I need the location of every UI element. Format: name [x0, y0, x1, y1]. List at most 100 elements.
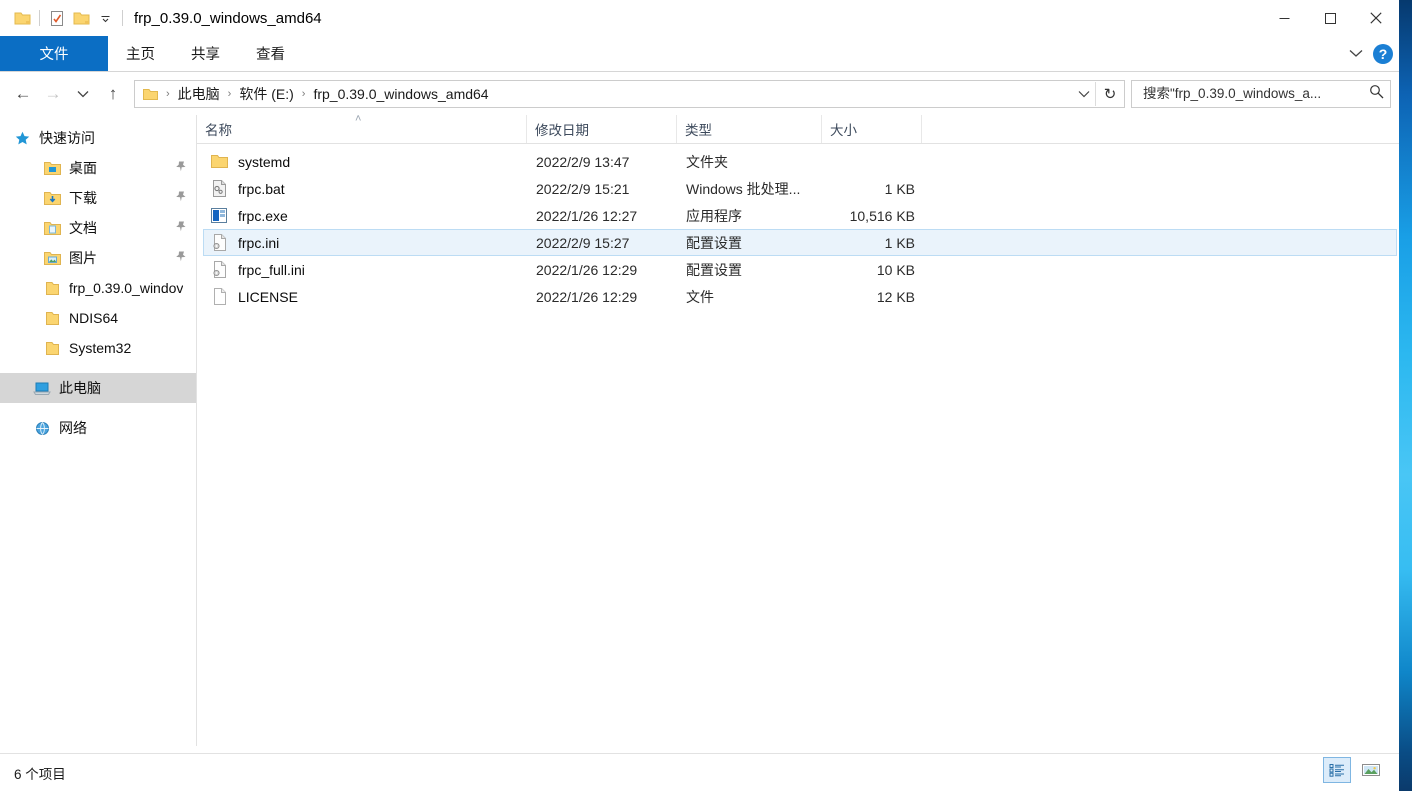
ribbon-tab-bar: 文件 主页 共享 查看 ? [0, 36, 1399, 72]
sidebar-item-label: 图片 [69, 250, 97, 266]
file-date-cell: 2022/1/26 12:27 [536, 207, 638, 224]
forward-button[interactable]: → [38, 79, 68, 109]
column-header-date[interactable]: 修改日期 [527, 115, 677, 143]
table-row[interactable]: systemd 2022/2/9 13:47 文件夹 [203, 148, 1397, 175]
tab-view[interactable]: 查看 [238, 36, 303, 71]
file-name-cell: LICENSE [204, 288, 528, 305]
sidebar-item-system32[interactable]: System32 [0, 333, 196, 363]
downloads-folder-icon [42, 189, 62, 207]
column-header-type[interactable]: 类型 [677, 115, 822, 143]
close-button[interactable] [1353, 0, 1399, 36]
tab-share[interactable]: 共享 [173, 36, 238, 71]
up-button[interactable]: ↑ [98, 79, 128, 109]
breadcrumb-separator-1[interactable]: › [222, 88, 238, 100]
minimize-button[interactable] [1261, 0, 1307, 36]
file-name-cell: frpc_full.ini [204, 261, 528, 278]
help-icon[interactable]: ? [1373, 43, 1393, 64]
navigation-pane: 快速访问 桌面 下载 文档 图片 frp_0.39.0_windov NDIS6… [0, 115, 196, 746]
breadcrumb-dropdown-icon[interactable] [1073, 82, 1095, 106]
recent-locations-button[interactable] [68, 79, 98, 109]
pin-icon[interactable] [175, 190, 188, 206]
this-pc-icon [32, 379, 52, 397]
file-list-pane: 名称 ˄ 修改日期 类型 大小 systemd 2022/2/9 13:47 文… [196, 113, 1399, 746]
column-header-size[interactable]: 大小 [822, 115, 922, 143]
chevron-down-icon[interactable] [93, 6, 117, 30]
file-name-label: frpc.ini [238, 234, 280, 251]
sidebar-item-quick-access[interactable]: 快速访问 [0, 123, 196, 153]
table-row[interactable]: frpc.bat 2022/2/9 15:21 Windows 批处理... 1… [203, 175, 1397, 202]
ini-file-icon [208, 234, 230, 251]
table-row[interactable]: LICENSE 2022/1/26 12:29 文件 12 KB [203, 283, 1397, 310]
sidebar-item-network[interactable]: 网络 [0, 413, 196, 443]
pictures-folder-icon [42, 249, 62, 267]
breadcrumb-item-1[interactable]: 软件 (E:) [237, 84, 295, 104]
breadcrumb-separator-0[interactable]: › [160, 88, 176, 100]
window-controls [1261, 0, 1399, 36]
maximize-button[interactable] [1307, 0, 1353, 36]
pin-icon[interactable] [175, 250, 188, 266]
folder-icon[interactable] [10, 6, 34, 30]
quick-access-toolbar: frp_0.39.0_windows_amd64 [0, 6, 322, 30]
toolbar-divider-2 [122, 10, 123, 26]
sidebar-item-label: System32 [69, 340, 132, 356]
ini-file-icon [208, 261, 230, 278]
breadcrumb-bar[interactable]: › 此电脑 › 软件 (E:) › frp_0.39.0_windows_amd… [134, 79, 1125, 108]
new-folder-icon[interactable] [69, 6, 93, 30]
bat-file-icon [208, 180, 230, 197]
file-name-cell: frpc.exe [204, 208, 528, 224]
view-buttons [1323, 757, 1385, 783]
tab-file[interactable]: 文件 [0, 36, 108, 71]
search-box[interactable] [1131, 79, 1391, 108]
table-row[interactable]: frpc.exe 2022/1/26 12:27 应用程序 10,516 KB [203, 202, 1397, 229]
sidebar-item-ndis64[interactable]: NDIS64 [0, 303, 196, 333]
sidebar-item-label: 桌面 [69, 160, 97, 176]
title-bar: frp_0.39.0_windows_amd64 [0, 0, 1399, 36]
window-title: frp_0.39.0_windows_amd64 [134, 9, 322, 27]
sidebar-item-documents[interactable]: 文档 [0, 213, 196, 243]
file-size-cell: 1 KB [884, 180, 915, 197]
breadcrumb-item-2[interactable]: frp_0.39.0_windows_amd64 [311, 86, 490, 102]
file-date-cell: 2022/2/9 15:21 [536, 180, 630, 197]
refresh-icon[interactable]: ↻ [1095, 81, 1124, 106]
sidebar-item-downloads[interactable]: 下载 [0, 183, 196, 213]
breadcrumb-separator-2[interactable]: › [296, 88, 312, 100]
item-count-label: 6 个项目 [14, 766, 66, 782]
file-date-cell: 2022/2/9 13:47 [536, 153, 630, 170]
table-row[interactable]: frpc.ini 2022/2/9 15:27 配置设置 1 KB [203, 229, 1397, 256]
file-explorer-window: frp_0.39.0_windows_amd64 文件 主页 共享 查看 ? ←… [0, 0, 1399, 791]
back-button[interactable]: ← [8, 79, 38, 109]
sort-ascending-icon: ˄ [355, 113, 362, 125]
sidebar-item-pictures[interactable]: 图片 [0, 243, 196, 273]
large-icons-view-button[interactable] [1357, 757, 1385, 783]
sidebar-item-frp-folder[interactable]: frp_0.39.0_windov [0, 273, 196, 303]
breadcrumb-root-icon[interactable] [141, 86, 160, 102]
desktop-folder-icon [42, 159, 62, 177]
column-header-name[interactable]: 名称 ˄ [197, 113, 527, 143]
explorer-body: 快速访问 桌面 下载 文档 图片 frp_0.39.0_windov NDIS6… [0, 113, 1399, 746]
table-row[interactable]: frpc_full.ini 2022/1/26 12:29 配置设置 10 KB [203, 256, 1397, 283]
file-type-cell: 配置设置 [686, 261, 742, 278]
sidebar-item-this-pc[interactable]: 此电脑 [0, 373, 196, 403]
search-icon[interactable] [1369, 84, 1384, 104]
file-date-cell: 2022/2/9 15:27 [536, 234, 630, 251]
search-input[interactable] [1141, 85, 1369, 102]
file-name-label: frpc.bat [238, 180, 285, 197]
pin-icon[interactable] [175, 160, 188, 176]
details-view-button[interactable] [1323, 757, 1351, 783]
ribbon-right-controls: ? [1349, 36, 1393, 71]
chevron-down-icon[interactable] [1349, 45, 1363, 63]
sidebar-item-label: frp_0.39.0_windov [69, 280, 184, 296]
sidebar-item-desktop[interactable]: 桌面 [0, 153, 196, 183]
generic-file-icon [208, 288, 230, 305]
breadcrumb-item-0[interactable]: 此电脑 [176, 84, 222, 104]
file-name-cell: systemd [204, 154, 528, 170]
file-size-cell: 12 KB [876, 288, 915, 305]
tab-home[interactable]: 主页 [108, 36, 173, 71]
properties-icon[interactable] [45, 6, 69, 30]
pin-icon[interactable] [175, 220, 188, 236]
sidebar-item-label: NDIS64 [69, 310, 119, 326]
file-type-cell: 配置设置 [686, 234, 742, 251]
file-size-cell: 10,516 KB [849, 207, 915, 224]
file-name-cell: frpc.bat [204, 180, 528, 197]
file-size-cell: 1 KB [884, 234, 915, 251]
